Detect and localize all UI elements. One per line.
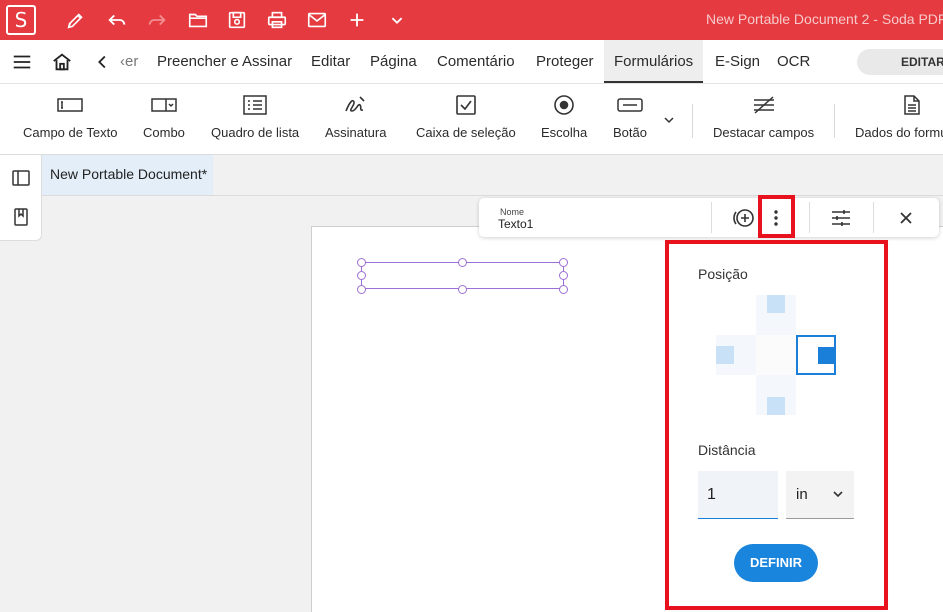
button-tool-label: Botão (613, 125, 647, 140)
add-field-icon[interactable] (732, 206, 756, 230)
form-data-tool[interactable]: Dados do formulário (855, 92, 943, 148)
ribbon-divider (692, 104, 693, 138)
resize-handle[interactable] (357, 271, 366, 280)
menu-item-edit[interactable]: Editar (311, 40, 350, 83)
position-top[interactable] (756, 295, 796, 335)
pen-icon[interactable] (64, 8, 88, 32)
forms-ribbon: Campo de Texto Combo Quadro de lista Ass… (0, 84, 943, 155)
tabstrip-divider (42, 195, 943, 196)
signature-label: Assinatura (325, 125, 387, 140)
menu-item-truncated[interactable]: ‹er (120, 40, 138, 83)
field-name-input[interactable]: Texto1 (498, 217, 533, 231)
resize-handle[interactable] (559, 271, 568, 280)
plus-icon[interactable] (345, 8, 369, 32)
app-logo[interactable]: S (6, 5, 36, 35)
distance-label: Distância (698, 442, 756, 458)
signature-icon (343, 92, 369, 118)
radio-choice-label: Escolha (541, 125, 588, 140)
resize-handle[interactable] (357, 285, 366, 294)
bookmark-icon[interactable] (11, 207, 31, 227)
combo-box-label: Combo (143, 125, 185, 140)
title-bar: S New Portable Document 2 - Soda PDF (0, 0, 943, 40)
ribbon-divider (834, 104, 835, 138)
list-box-label: Quadro de lista (211, 125, 300, 140)
hamburger-menu-icon[interactable] (10, 50, 34, 74)
scroll-left-icon[interactable] (91, 50, 115, 74)
toolbar-divider (809, 202, 810, 233)
chevron-down-icon[interactable] (385, 8, 409, 32)
close-icon[interactable] (894, 206, 918, 230)
panel-toggle-icon[interactable] (11, 168, 31, 188)
undo-icon[interactable] (105, 8, 129, 32)
menu-item-esign[interactable]: E-Sign (715, 40, 760, 83)
combo-box-icon (151, 92, 177, 118)
button-icon (617, 92, 643, 118)
resize-handle[interactable] (559, 258, 568, 267)
print-icon[interactable] (265, 8, 289, 32)
form-data-icon (855, 92, 921, 118)
resize-handle[interactable] (559, 285, 568, 294)
more-options-highlight (758, 195, 795, 238)
list-box-icon (243, 92, 267, 118)
combo-box-tool[interactable]: Combo (143, 92, 185, 148)
button-tool[interactable]: Botão (613, 92, 647, 148)
radio-icon (553, 92, 575, 118)
field-properties-toolbar: Nome Texto1 (479, 198, 939, 237)
home-icon[interactable] (50, 50, 74, 74)
toolbar-divider (711, 202, 712, 233)
form-data-label: Dados do formulário (855, 125, 943, 140)
signature-tool[interactable]: Assinatura (325, 92, 386, 148)
unit-value: in (796, 486, 808, 503)
field-settings-icon[interactable] (829, 206, 853, 230)
radio-choice-tool[interactable]: Escolha (541, 92, 587, 148)
text-field-label: Campo de Texto (23, 125, 118, 140)
menu-item-forms[interactable]: Formulários (604, 40, 704, 83)
menu-item-protect[interactable]: Proteger (536, 40, 594, 83)
position-bottom[interactable] (756, 375, 796, 415)
position-center (756, 335, 796, 375)
ribbon-more-chevron-icon[interactable] (661, 112, 677, 128)
edit-mode-toggle[interactable]: EDITAR (857, 49, 943, 75)
redo-icon[interactable] (145, 8, 169, 32)
resize-handle[interactable] (458, 285, 467, 294)
menu-item-ocr[interactable]: OCR (777, 40, 810, 83)
highlight-fields-label: Destacar campos (713, 125, 815, 140)
apply-position-button[interactable]: DEFINIR (734, 544, 818, 582)
resize-handle[interactable] (458, 258, 467, 267)
position-right[interactable] (796, 335, 836, 375)
position-label: Posição (698, 266, 748, 282)
menu-bar: ‹er Preencher e Assinar Editar Página Co… (0, 40, 943, 84)
toolbar-divider (873, 202, 874, 233)
position-left[interactable] (716, 335, 756, 375)
menu-item-comment[interactable]: Comentário (437, 40, 515, 83)
distance-input[interactable]: 1 (698, 471, 778, 519)
unit-select[interactable]: in (786, 471, 854, 519)
resize-handle[interactable] (357, 258, 366, 267)
chevron-down-icon (833, 491, 843, 498)
checkbox-tool[interactable]: Caixa de seleção (416, 92, 516, 148)
text-field-icon (57, 92, 83, 118)
text-field-tool[interactable]: Campo de Texto (23, 92, 117, 148)
document-tab[interactable]: New Portable Document* (42, 155, 213, 195)
checkbox-icon (455, 92, 477, 118)
menu-item-page[interactable]: Página (370, 40, 417, 83)
window-title: New Portable Document 2 - Soda PDF (706, 11, 943, 27)
list-box-tool[interactable]: Quadro de lista (211, 92, 299, 148)
mail-icon[interactable] (305, 8, 329, 32)
open-folder-icon[interactable] (186, 8, 210, 32)
checkbox-label: Caixa de seleção (416, 125, 516, 140)
menu-item-fill-sign[interactable]: Preencher e Assinar (157, 40, 292, 83)
highlight-fields-tool[interactable]: Destacar campos (713, 92, 814, 148)
highlight-fields-icon (751, 92, 777, 118)
field-name-label: Nome (500, 207, 525, 217)
save-icon[interactable] (225, 8, 249, 32)
left-panel-rail (0, 155, 42, 241)
